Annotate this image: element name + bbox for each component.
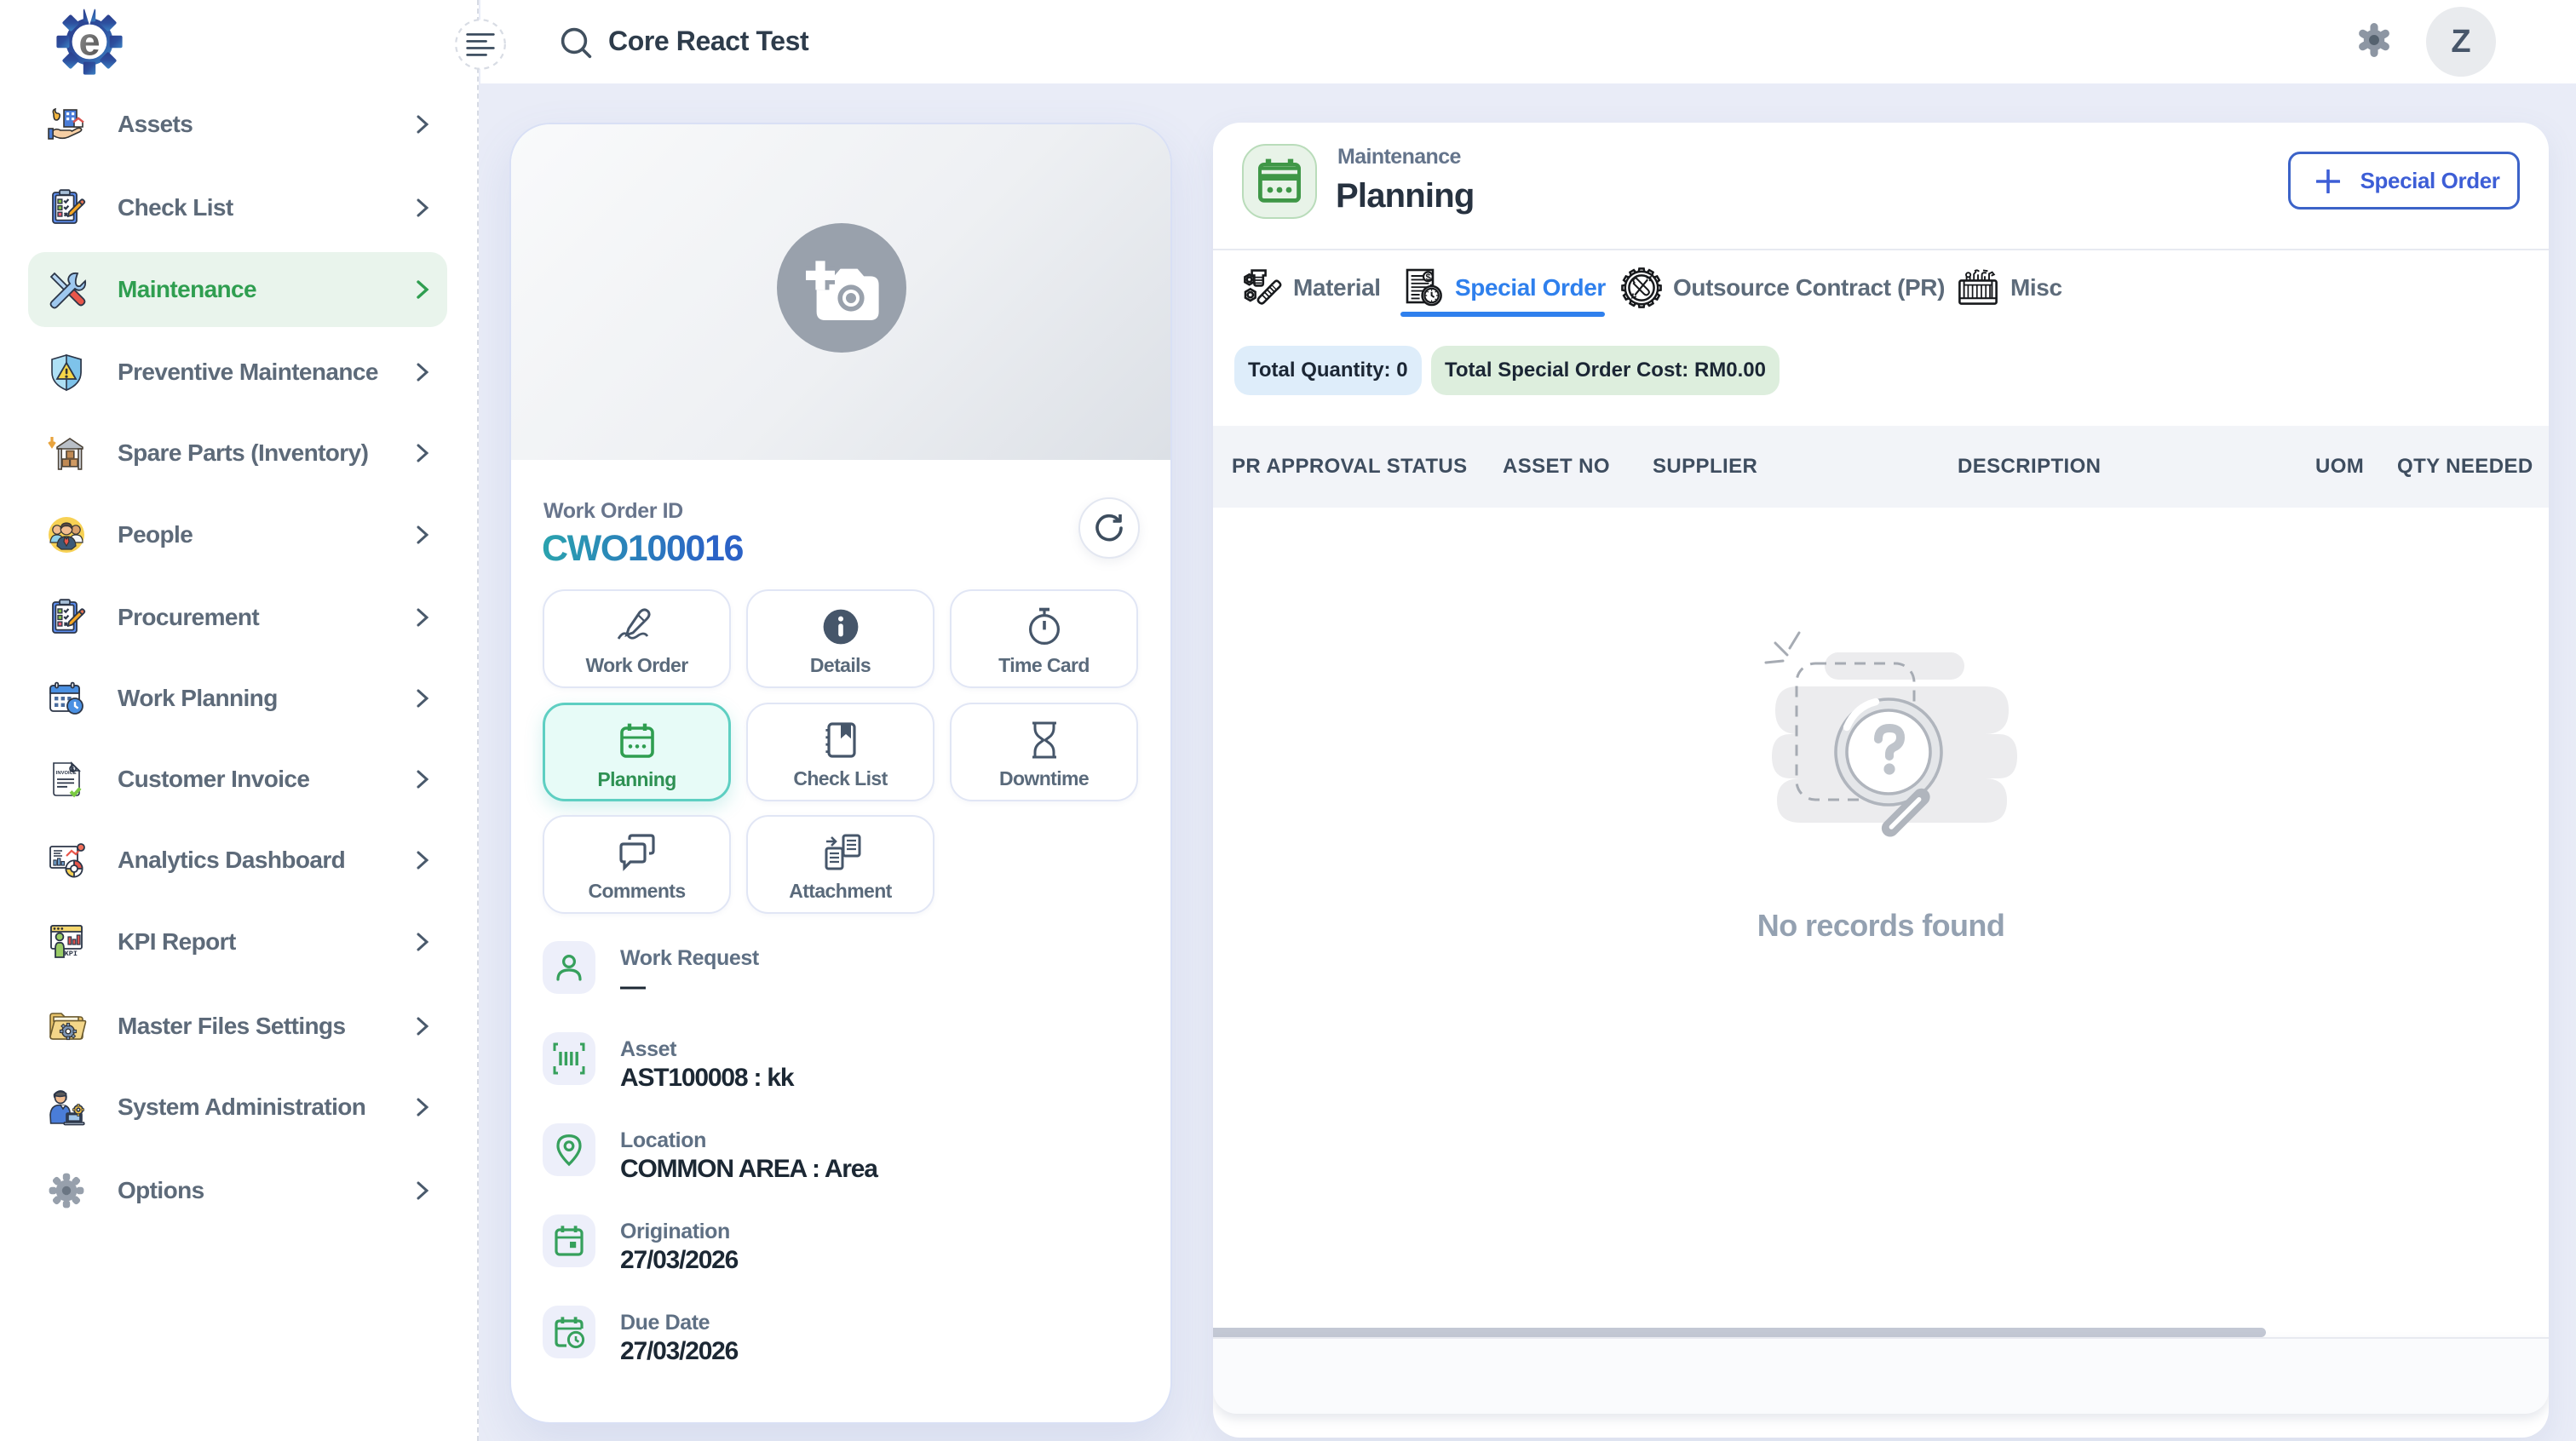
svg-text:e: e: [78, 20, 100, 64]
svg-text:KPI: KPI: [65, 950, 78, 958]
